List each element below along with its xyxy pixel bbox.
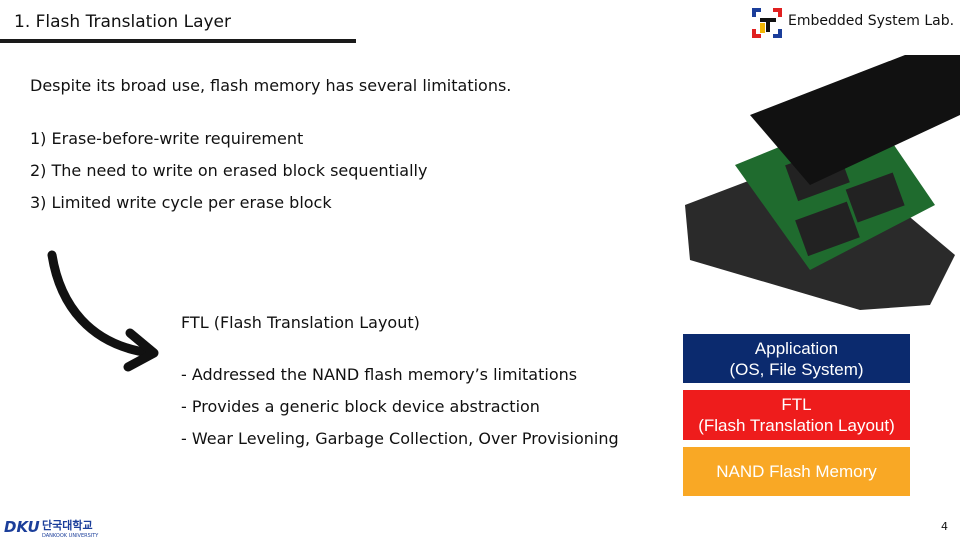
lab-name: Embedded System Lab.: [788, 13, 955, 29]
curved-arrow-icon: [47, 250, 159, 372]
slide-title: 1. Flash Translation Layer: [14, 12, 232, 32]
layer-label: (Flash Translation Layout): [698, 416, 895, 435]
layer-nand: NAND Flash Memory: [683, 447, 910, 496]
lab-logo-icon: [752, 8, 782, 38]
ssd-image: [685, 55, 960, 310]
limitation-item: 2) The need to write on erased block seq…: [30, 161, 428, 180]
limitation-item: 1) Erase-before-write requirement: [30, 129, 304, 148]
layer-label: Application: [754, 338, 839, 358]
ftl-bullet: - Wear Leveling, Garbage Collection, Ove…: [181, 429, 619, 448]
intro-text: Despite its broad use, flash memory has …: [30, 76, 512, 95]
title-underline: [0, 39, 356, 43]
page-number: 4: [941, 520, 948, 533]
svg-text:DANKOOK UNIVERSITY: DANKOOK UNIVERSITY: [42, 533, 99, 538]
layer-label: (OS, File System): [729, 359, 864, 379]
layer-label: NAND Flash Memory: [716, 462, 877, 481]
svg-text:단국대학교: 단국대학교: [42, 518, 93, 532]
layer-application: Application (OS, File System): [683, 334, 910, 383]
university-logo: DKU 단국대학교 DANKOOK UNIVERSITY: [4, 518, 99, 538]
svg-text:DKU: DKU: [4, 518, 40, 536]
limitation-item: 3) Limited write cycle per erase block: [30, 193, 332, 212]
ftl-bullet: - Provides a generic block device abstra…: [181, 397, 540, 416]
ftl-bullet: - Addressed the NAND flash memory’s limi…: [181, 365, 578, 384]
layer-ftl: FTL (Flash Translation Layout): [683, 390, 910, 440]
layer-label: FTL: [781, 395, 812, 414]
ftl-heading: FTL (Flash Translation Layout): [181, 313, 420, 332]
